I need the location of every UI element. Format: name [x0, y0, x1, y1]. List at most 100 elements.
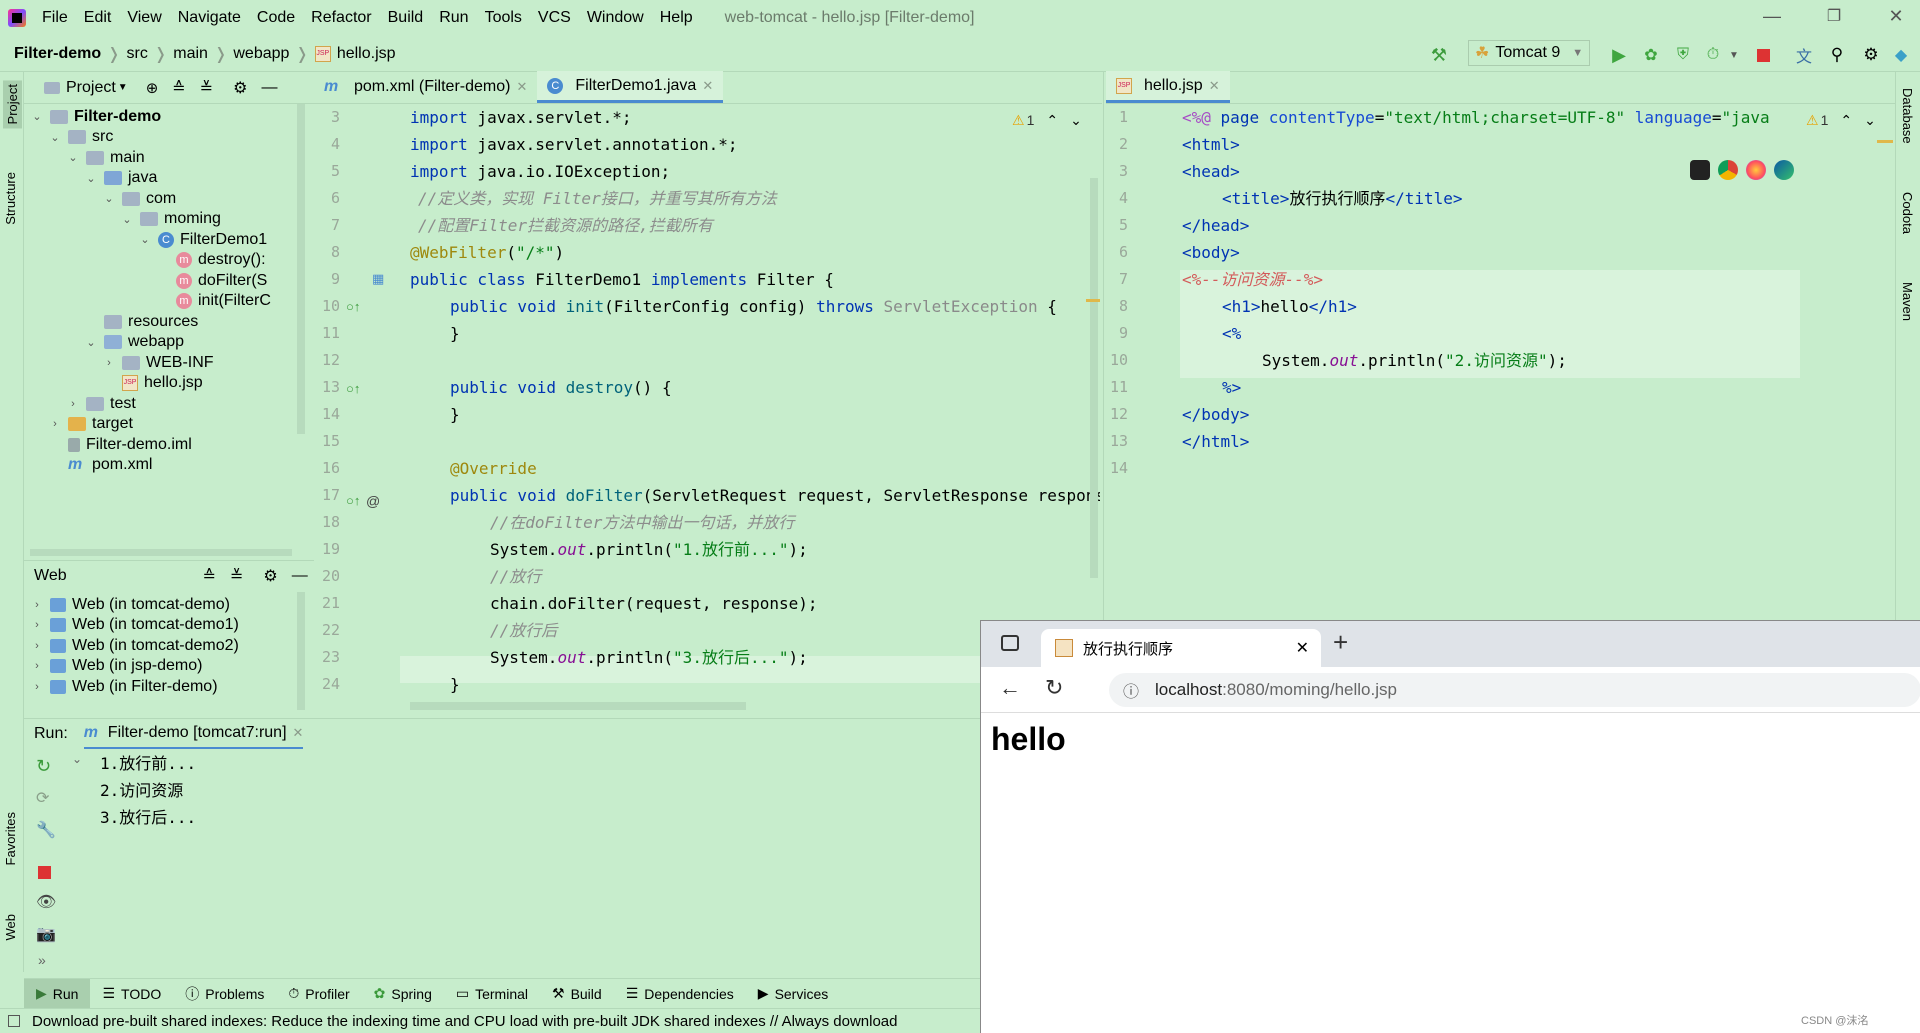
more-run-chevron-icon[interactable]: ▼	[1726, 44, 1742, 66]
chevron-right-icon[interactable]: ›	[30, 640, 44, 652]
chevron-right-icon[interactable]: ›	[30, 619, 44, 631]
tab-pom-xml[interactable]: m pom.xml (Filter-demo) ✕	[314, 71, 537, 103]
menu-edit[interactable]: Edit	[76, 9, 120, 27]
menu-window[interactable]: Window	[579, 9, 652, 27]
firefox-icon[interactable]	[1746, 160, 1766, 180]
reload-icon[interactable]: ↻	[1045, 675, 1063, 701]
expand-all-icon[interactable]: ≙	[203, 566, 216, 586]
chevron-down-icon[interactable]: ▼	[118, 82, 128, 93]
chevron-right-icon[interactable]: ›	[48, 418, 62, 430]
menu-code[interactable]: Code	[249, 9, 303, 27]
menu-vcs[interactable]: VCS	[530, 9, 579, 27]
menu-run[interactable]: Run	[431, 9, 476, 27]
web-list-item[interactable]: › Web (in Filter-demo)	[30, 674, 217, 699]
warning-marker[interactable]	[1086, 299, 1100, 302]
chevron-right-icon[interactable]: ›	[30, 599, 44, 611]
bottom-tab-terminal[interactable]: ▭ Terminal	[444, 985, 540, 1002]
menu-tools[interactable]: Tools	[477, 9, 530, 27]
profile-icon[interactable]: ⏱	[1702, 44, 1724, 66]
web-filter-icon[interactable]: ▦	[372, 271, 384, 287]
close-tab-icon[interactable]: ✕	[516, 79, 527, 95]
close-tab-icon[interactable]: ✕	[1296, 638, 1309, 658]
implements-icon[interactable]: ○↑	[346, 299, 360, 314]
locate-icon[interactable]: ⊕	[146, 79, 159, 97]
translate-icon[interactable]: 文	[1793, 44, 1815, 66]
chevron-down-icon[interactable]: ⌄	[30, 110, 44, 123]
close-window-icon[interactable]: ✕	[1884, 6, 1908, 28]
close-tab-icon[interactable]: ✕	[702, 78, 713, 94]
menu-help[interactable]: Help	[652, 9, 701, 27]
chevron-right-icon[interactable]: ›	[102, 357, 116, 369]
plugin-icon[interactable]: ◆	[1890, 44, 1912, 66]
editor1-hscrollbar[interactable]	[410, 702, 746, 710]
implements-icon[interactable]: ○↑	[346, 381, 360, 396]
tool-database[interactable]: Database	[1900, 88, 1915, 144]
chevron-down-icon[interactable]: ⌄	[84, 336, 98, 349]
bottom-tab-spring[interactable]: ✿ Spring	[362, 985, 444, 1002]
back-arrow-icon[interactable]: ←	[999, 675, 1021, 701]
crumb-webapp[interactable]: webapp	[227, 45, 295, 63]
bottom-tab-run[interactable]: ▶ Run	[24, 978, 91, 1009]
tree-scrollbar[interactable]	[297, 104, 305, 434]
browser-tab[interactable]: 放行执行顺序 ✕	[1041, 629, 1321, 667]
chevron-down-icon[interactable]: ⌄	[72, 752, 82, 766]
run-console[interactable]: 1.放行前... 2.访问资源 3.放行后...	[100, 750, 196, 831]
tool-maven[interactable]: Maven	[1900, 282, 1915, 321]
build-hammer-icon[interactable]: ⚒	[1428, 44, 1450, 66]
panel-settings-icon[interactable]: ⚙	[263, 566, 277, 586]
project-panel-title[interactable]: Project	[66, 79, 116, 97]
crumb-main[interactable]: main	[167, 45, 214, 63]
tool-web[interactable]: Web	[3, 914, 18, 941]
tab-hello-jsp[interactable]: JSP hello.jsp ✕	[1106, 71, 1230, 103]
crumb-file[interactable]: hello.jsp	[337, 45, 402, 63]
collapse-all-icon[interactable]: ≚	[230, 566, 243, 586]
crumb-project[interactable]: Filter-demo	[0, 45, 107, 63]
tab-filterdemo1[interactable]: C FilterDemo1.java ✕	[537, 71, 724, 103]
chevron-down-icon[interactable]: ⌄	[66, 151, 80, 164]
tree-item[interactable]: m pom.xml	[48, 453, 152, 478]
minimize-icon[interactable]: —	[1760, 6, 1784, 28]
tool-favorites[interactable]: Favorites	[3, 812, 18, 865]
bottom-tab-problems[interactable]: ⓘ Problems	[173, 984, 276, 1004]
collapse-all-icon[interactable]: ≚	[200, 78, 213, 98]
run-tab[interactable]: m Filter-demo [tomcat7:run] ✕	[83, 719, 304, 749]
bottom-tab-dependencies[interactable]: ☰ Dependencies	[614, 985, 746, 1002]
camera-icon[interactable]: 📷	[36, 924, 56, 944]
hide-panel-icon[interactable]: —	[261, 79, 277, 97]
restore-icon[interactable]: ❐	[1822, 6, 1846, 28]
expand-all-icon[interactable]: ≙	[172, 78, 185, 98]
bottom-tab-services[interactable]: ▶ Services	[746, 985, 840, 1002]
status-checkbox-icon[interactable]	[8, 1015, 20, 1027]
chevron-down-icon[interactable]: ⌄	[138, 233, 152, 246]
chevron-right-icon[interactable]: ›	[66, 398, 80, 410]
edge-icon[interactable]	[1774, 160, 1794, 180]
crumb-src[interactable]: src	[121, 45, 154, 63]
wrench-icon[interactable]: 🔧	[36, 820, 56, 840]
panel-settings-icon[interactable]: ⚙	[233, 78, 247, 98]
url-field[interactable]: ⓘ localhost:8080/moming/hello.jsp	[1109, 673, 1920, 707]
stop-icon[interactable]	[38, 866, 51, 879]
status-message[interactable]: Download pre-built shared indexes: Reduc…	[32, 1013, 897, 1030]
bottom-tab-build[interactable]: ⚒ Build	[540, 985, 614, 1002]
run-icon[interactable]: ▶	[1608, 44, 1630, 66]
rerun-icon[interactable]: ↻	[36, 756, 51, 777]
chevron-down-icon[interactable]: ⌄	[1864, 112, 1876, 129]
close-tab-icon[interactable]: ✕	[293, 725, 304, 741]
chevron-right-icon[interactable]: ›	[30, 660, 44, 672]
tool-codota[interactable]: Codota	[1900, 192, 1915, 234]
close-tab-icon[interactable]: ✕	[1209, 78, 1220, 94]
chevron-down-icon[interactable]: ⌄	[120, 213, 134, 226]
warning-marker[interactable]	[1877, 140, 1893, 143]
chevron-down-icon[interactable]: ⌄	[102, 192, 116, 205]
chevron-down-icon[interactable]: ⌄	[84, 172, 98, 185]
editor2-inspection-widget[interactable]: ⚠ 1 ⌃ ⌄	[1806, 112, 1876, 129]
hide-panel-icon[interactable]: —	[292, 567, 308, 585]
override-at-icon[interactable]: @	[366, 493, 380, 509]
menu-refactor[interactable]: Refactor	[303, 9, 379, 27]
intellij-browser-icon[interactable]	[1690, 160, 1710, 180]
tool-structure[interactable]: Structure	[3, 172, 18, 225]
eye-icon[interactable]: 👁	[36, 892, 56, 912]
debug-icon[interactable]: ✿	[1640, 44, 1662, 66]
menu-navigate[interactable]: Navigate	[170, 9, 249, 27]
chrome-icon[interactable]	[1718, 160, 1738, 180]
